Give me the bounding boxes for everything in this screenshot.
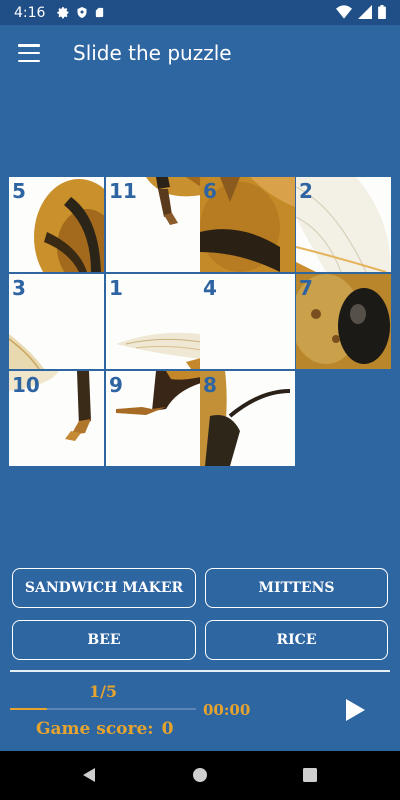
sd-card-icon [96, 7, 104, 18]
tile-number: 1 [109, 276, 123, 300]
puzzle-tile[interactable]: 6 [200, 177, 295, 272]
answer-button-mittens[interactable]: MITTENS [205, 568, 388, 608]
puzzle-tile[interactable]: 7 [296, 274, 391, 369]
battery-icon [378, 5, 386, 19]
progress-bar [10, 708, 196, 710]
home-icon[interactable] [192, 767, 208, 783]
hamburger-menu-icon[interactable] [18, 44, 40, 62]
tile-number: 8 [203, 373, 217, 397]
tile-number: 9 [109, 373, 123, 397]
puzzle-tile[interactable]: 9 [106, 371, 201, 466]
gear-icon [57, 7, 69, 19]
divider [10, 670, 390, 672]
back-icon[interactable] [81, 767, 97, 783]
recents-icon[interactable] [302, 767, 318, 783]
timer: 00:00 [203, 701, 251, 719]
answer-button-rice[interactable]: RICE [205, 620, 388, 660]
tile-number: 6 [203, 179, 217, 203]
tile-number: 10 [12, 373, 40, 397]
wifi-icon [336, 5, 352, 19]
page-title: Slide the puzzle [73, 41, 232, 65]
tile-number: 3 [12, 276, 26, 300]
status-bar: 4:16 [0, 0, 400, 25]
puzzle-tile[interactable]: 5 [9, 177, 104, 272]
tile-number: 5 [12, 179, 26, 203]
tile-number: 2 [299, 179, 313, 203]
system-nav-bar [0, 751, 400, 800]
progress-bar-fill [10, 708, 48, 710]
puzzle-tile[interactable]: 1 [106, 274, 201, 369]
answer-button-bee[interactable]: BEE [12, 620, 196, 660]
game-score-value: 0 [161, 719, 174, 739]
puzzle-tile[interactable]: 2 [296, 177, 391, 272]
progress-text: 1/5 [88, 682, 118, 701]
game-score: Game score: 0 [36, 719, 173, 739]
app-bar: Slide the puzzle [0, 25, 400, 81]
game-score-label: Game score: [36, 719, 154, 739]
puzzle-board: 5 11 6 2 3 1 4 7 10 9 8 [9, 177, 391, 468]
status-icons-right [336, 5, 386, 19]
tile-number: 7 [299, 276, 313, 300]
puzzle-tile[interactable]: 10 [9, 371, 104, 466]
puzzle-tile[interactable]: 8 [200, 371, 295, 466]
status-icons-left [57, 6, 105, 19]
tile-number: 4 [203, 276, 217, 300]
tile-number: 11 [109, 179, 137, 203]
signal-icon [358, 5, 372, 19]
puzzle-tile[interactable]: 11 [106, 177, 201, 272]
status-time: 4:16 [14, 4, 46, 21]
answer-button-sandwich-maker[interactable]: SANDWICH MAKER [12, 568, 196, 608]
puzzle-tile[interactable]: 4 [200, 274, 295, 369]
puzzle-tile[interactable]: 3 [9, 274, 104, 369]
play-icon[interactable] [340, 696, 368, 724]
shield-icon [77, 7, 87, 18]
